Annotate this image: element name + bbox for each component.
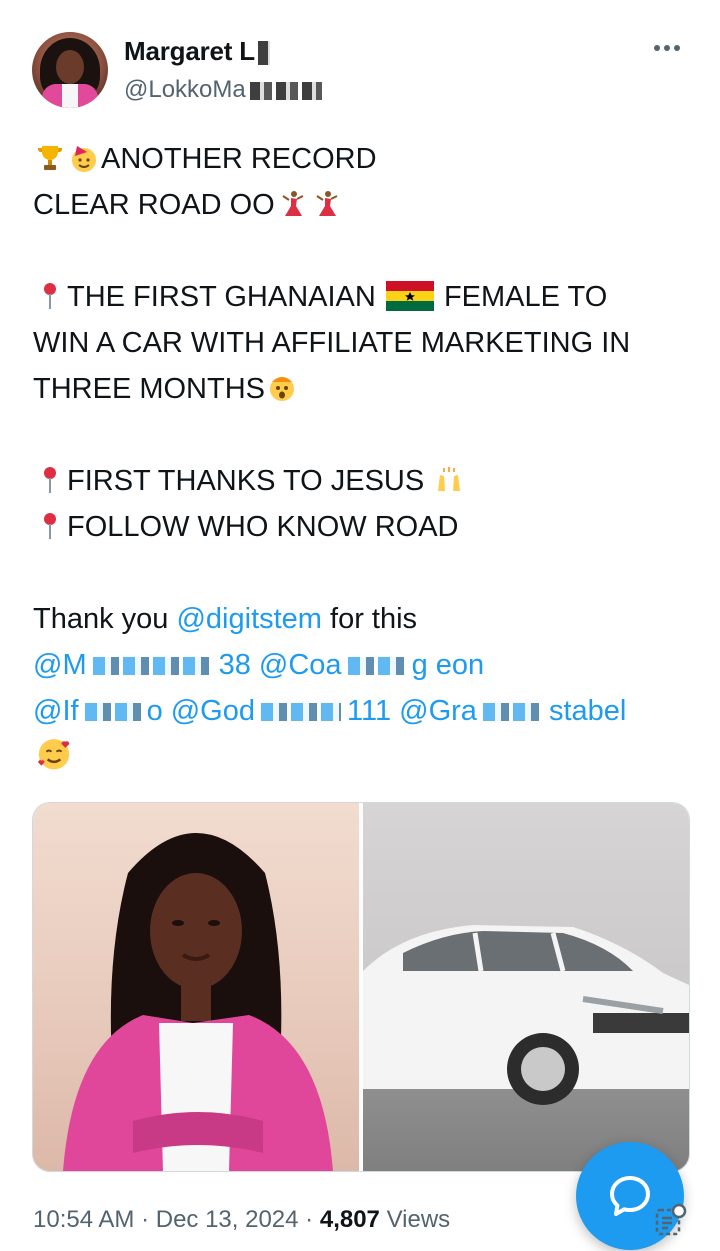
tweet-line-text: CLEAR ROAD OO — [33, 189, 275, 221]
mentions-row: @M 38 @Coa g eon — [33, 642, 693, 688]
portrait-illustration — [63, 833, 333, 1171]
mentions-row: @If o @God 111 @Gra stabel — [33, 688, 693, 734]
pin-icon — [44, 283, 56, 309]
tweet-line-text: WIN A CAR WITH AFFILIATE MARKETING IN — [33, 327, 631, 359]
mention-link[interactable]: 38 @Coa — [219, 649, 342, 681]
media-photo-left[interactable] — [33, 803, 359, 1171]
dancer-icon — [282, 191, 304, 216]
pin-icon — [44, 467, 56, 493]
tweet-line: THREE MONTHS — [33, 366, 693, 412]
pin-icon — [44, 513, 56, 539]
tweet-line-text: ANOTHER RECORD — [101, 143, 377, 175]
redaction-blur — [482, 703, 543, 722]
tweet-date[interactable]: Dec 13, 2024 — [156, 1206, 299, 1233]
tweet-line-text: THE FIRST GHANAIAN — [67, 281, 376, 313]
redaction-blur — [84, 703, 141, 722]
avatar[interactable] — [32, 32, 108, 108]
car-illustration — [363, 925, 689, 1171]
tweet-line: Thank you @digitstem for this — [33, 596, 693, 642]
redaction-blur — [92, 657, 213, 676]
tweet-line — [33, 734, 693, 781]
tweet-line-text: FOLLOW WHO KNOW ROAD — [67, 511, 459, 543]
tweet-header: Margaret L @LokkoMa — [0, 0, 720, 120]
redaction-blur — [249, 81, 322, 100]
mention-link[interactable]: stabel — [549, 695, 626, 727]
author-handle[interactable]: @LokkoMa — [124, 76, 326, 104]
shocked-face-icon — [270, 377, 294, 401]
views-label: Views — [386, 1206, 451, 1233]
tweet-line: WIN A CAR WITH AFFILIATE MARKETING IN — [33, 320, 693, 366]
tweet-line: CLEAR ROAD OO — [33, 182, 693, 228]
mention-link[interactable]: g eon — [412, 649, 485, 681]
tweet-time[interactable]: 10:54 AM — [33, 1206, 134, 1233]
tweet-line: FIRST THANKS TO JESUS — [33, 458, 693, 504]
media-photo-right[interactable] — [363, 803, 689, 1171]
tweet-line-text: FEMALE TO — [443, 281, 608, 313]
ghana-flag-icon — [385, 281, 434, 311]
tweet-line-text: THREE MONTHS — [33, 373, 265, 405]
media-grid — [32, 802, 690, 1172]
tweet-line: FOLLOW WHO KNOW ROAD — [33, 504, 693, 550]
analytics-icon[interactable] — [653, 1203, 687, 1237]
tweet-line: THE FIRST GHANAIAN FEMALE TO — [33, 274, 693, 320]
tweet-line: ANOTHER RECORD — [33, 136, 693, 182]
reply-bubble-icon — [610, 1176, 650, 1216]
author-name-text: Margaret L — [124, 36, 255, 66]
trophy-icon — [37, 146, 63, 170]
author-name[interactable]: Margaret L — [124, 36, 274, 67]
more-dots-icon[interactable] — [652, 38, 688, 64]
redaction-blur — [347, 657, 406, 676]
raised-hands-icon — [438, 467, 461, 491]
thanks-suffix: for this — [330, 603, 418, 635]
tweet-line-text: FIRST THANKS TO JESUS — [67, 465, 425, 497]
party-face-icon — [72, 146, 96, 172]
dancer-icon — [316, 191, 338, 216]
mention-link[interactable]: o @God — [147, 695, 255, 727]
tweet-body: ANOTHER RECORD CLEAR ROAD OO THE FIRST G… — [33, 136, 693, 781]
mention-link[interactable]: @M — [33, 649, 87, 681]
mention-link[interactable]: 111 @Gra — [347, 695, 477, 727]
mention-link[interactable]: @If — [33, 695, 79, 727]
thanks-prefix: Thank you — [33, 603, 169, 635]
smiling-hearts-face-icon — [38, 739, 70, 770]
tweet-meta: 10:54 AM · Dec 13, 2024 · 4,807 Views — [33, 1206, 451, 1233]
author-handle-text: @LokkoMa — [124, 76, 246, 103]
views-count: 4,807 — [319, 1206, 380, 1233]
redaction-blur — [261, 703, 342, 722]
redaction-blur — [257, 41, 270, 66]
mention-link[interactable]: @digitstem — [176, 603, 321, 635]
